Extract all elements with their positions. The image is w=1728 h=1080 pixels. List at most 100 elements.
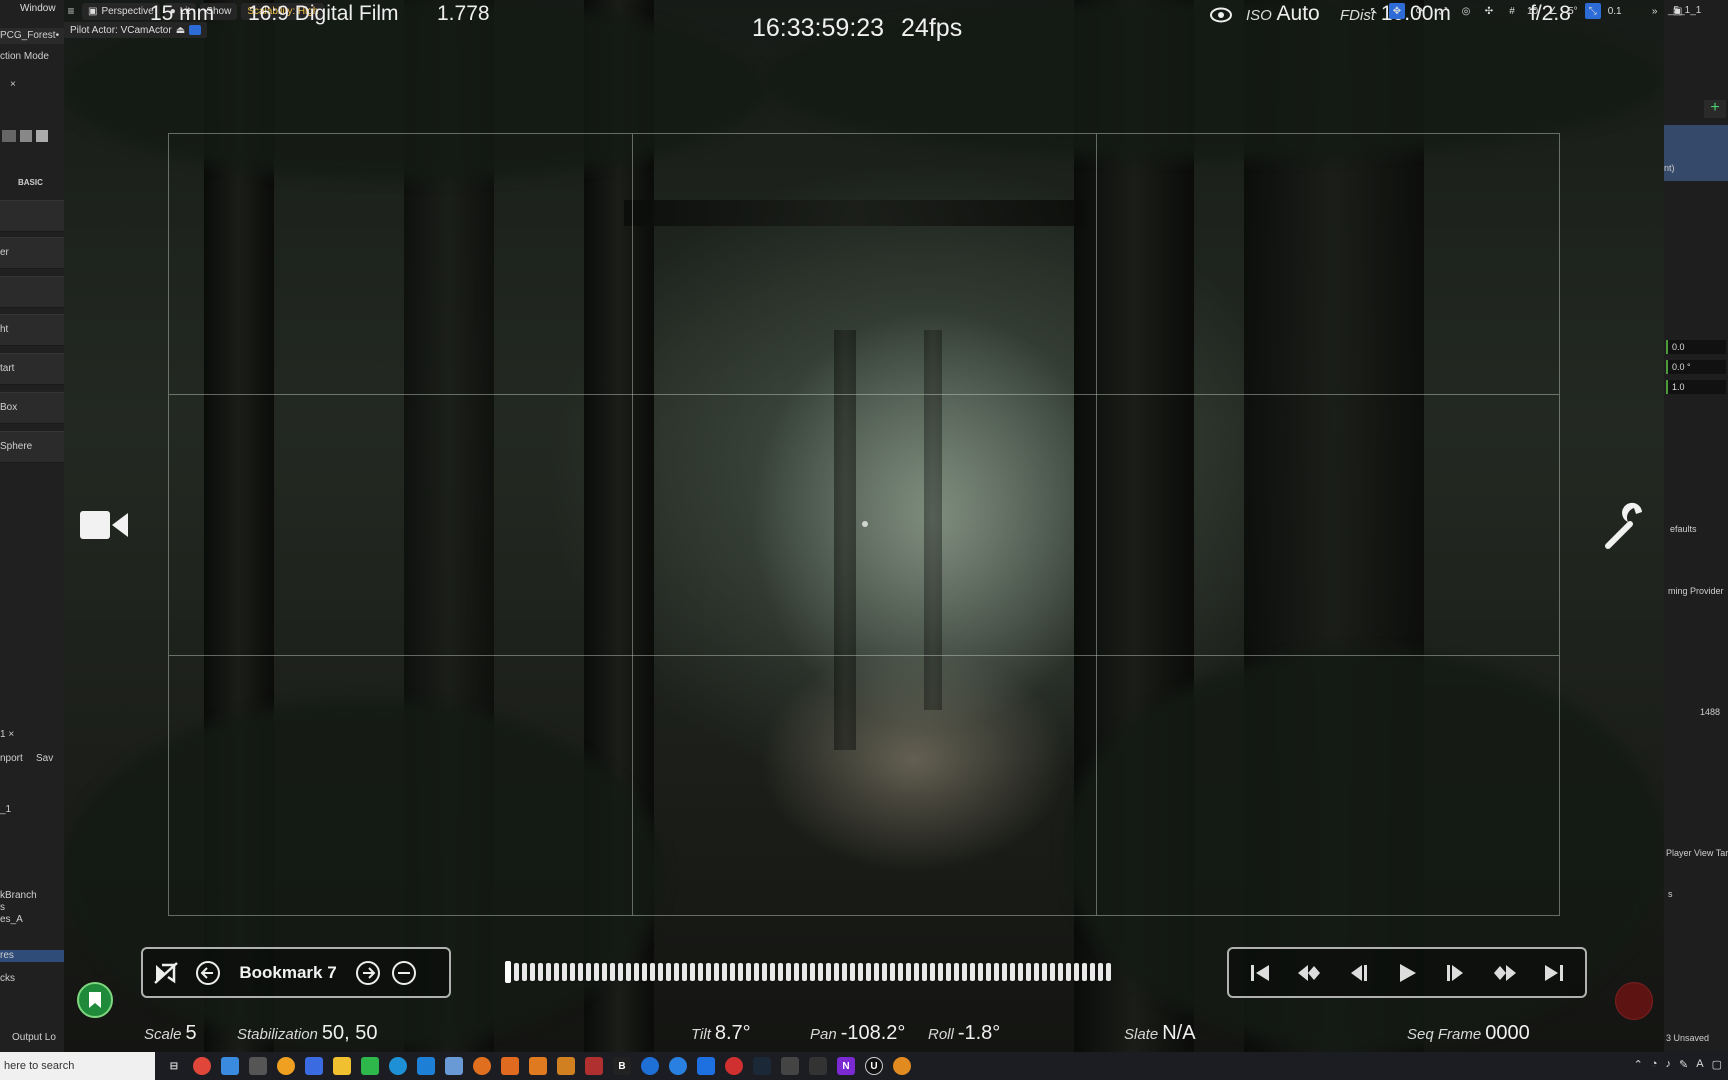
app-icon[interactable] (641, 1057, 659, 1075)
component-tree-selected[interactable]: nt) (1664, 125, 1728, 181)
defaults-dropdown[interactable]: efaults (1670, 524, 1697, 534)
network-icon[interactable]: ◔ (1651, 1058, 1658, 1071)
save-button[interactable]: Sav (36, 753, 53, 764)
location-field[interactable]: 0.0 (1666, 340, 1726, 354)
place-actor-item[interactable]: Sphere (0, 431, 64, 463)
app-icon[interactable] (781, 1057, 799, 1075)
app-icon[interactable] (585, 1057, 603, 1075)
steam-icon[interactable] (753, 1057, 771, 1075)
media-icon[interactable] (36, 130, 48, 142)
jump-to-start-button[interactable] (1243, 956, 1277, 990)
app-icon[interactable] (725, 1057, 743, 1075)
hamburger-menu-icon[interactable]: ≡ (64, 4, 78, 18)
outliner-row[interactable]: s (0, 902, 5, 913)
scrubber-playhead[interactable] (505, 961, 511, 983)
video-camera-icon[interactable] (80, 509, 128, 546)
app-icon[interactable] (669, 1057, 687, 1075)
dropbox-icon[interactable] (697, 1057, 715, 1075)
app-icon[interactable] (501, 1057, 519, 1075)
outliner-row[interactable]: _1 (0, 804, 11, 815)
previous-bookmark-button[interactable] (193, 958, 223, 988)
app-icon[interactable] (277, 1057, 295, 1075)
place-actor-item[interactable]: tart (0, 353, 64, 385)
taskbar-search-input[interactable]: here to search (0, 1052, 155, 1080)
scale-snap-value[interactable]: 0.1 (1608, 6, 1622, 17)
output-log-button[interactable]: Output Lo (12, 1032, 56, 1043)
edge-icon[interactable] (389, 1057, 407, 1075)
app-icon[interactable] (557, 1057, 575, 1075)
remove-bookmark-button[interactable] (389, 958, 419, 988)
jump-to-end-button[interactable] (1537, 956, 1571, 990)
add-bookmark-button[interactable] (77, 982, 113, 1018)
cinematic-icon[interactable] (2, 130, 16, 142)
previous-key-button[interactable] (1292, 956, 1326, 990)
scale-field[interactable]: 1.0 (1666, 380, 1726, 394)
step-back-button[interactable] (1341, 956, 1375, 990)
close-tab-button[interactable]: × (10, 79, 16, 90)
window-menu[interactable]: Window (20, 3, 56, 14)
vscode-icon[interactable] (221, 1057, 239, 1075)
app-icon[interactable] (445, 1057, 463, 1075)
perspective-button[interactable]: ▣ Perspective (82, 2, 160, 20)
chevron-up-icon[interactable]: ⌃ (1634, 1058, 1643, 1071)
wrench-icon[interactable] (1600, 500, 1650, 555)
grid-snap-icon[interactable]: # (1504, 3, 1520, 19)
move-tool-icon[interactable]: ✥ (1389, 3, 1405, 19)
world-icon[interactable]: ◎ (1458, 3, 1474, 19)
play-button[interactable] (1390, 956, 1424, 990)
volume-icon[interactable]: ♪ (1666, 1058, 1672, 1071)
mail-icon[interactable] (417, 1057, 435, 1075)
timeline-scrubber[interactable] (505, 961, 1171, 983)
chat-icon[interactable] (361, 1057, 379, 1075)
rotation-snap-value[interactable]: 5° (1568, 6, 1578, 17)
outliner-row[interactable]: kBranch (0, 890, 37, 901)
language-icon[interactable]: A (1696, 1058, 1703, 1071)
file-explorer-icon[interactable] (333, 1057, 351, 1075)
record-button[interactable] (1615, 982, 1653, 1020)
place-actor-item[interactable]: ht (0, 314, 64, 346)
add-component-button[interactable]: + (1704, 100, 1726, 118)
app-icon[interactable] (893, 1057, 911, 1075)
app-icon[interactable] (249, 1057, 267, 1075)
camera-lock-icon[interactable] (189, 25, 202, 35)
level-tab[interactable]: PCG_Forest• (0, 28, 64, 44)
scale-snap-icon[interactable]: ⤡ (1584, 3, 1601, 19)
hide-bookmarks-button[interactable] (151, 958, 181, 988)
app-icon[interactable] (473, 1057, 491, 1075)
notification-icon[interactable]: ▢ (1712, 1058, 1722, 1071)
place-actor-item[interactable]: Box (0, 392, 64, 424)
streaming-provider-dropdown[interactable]: ming Provider (1668, 586, 1724, 596)
selection-mode-dropdown[interactable]: ction Mode (0, 51, 49, 62)
cube-icon[interactable] (20, 130, 32, 142)
app-icon[interactable]: B (613, 1057, 631, 1075)
task-view-icon[interactable]: ⊟ (165, 1057, 183, 1075)
unreal-engine-icon[interactable]: U (865, 1057, 883, 1075)
surface-snap-icon[interactable]: ✣ (1481, 3, 1497, 19)
app-icon[interactable] (529, 1057, 547, 1075)
next-bookmark-button[interactable] (353, 958, 383, 988)
outliner-row-selected[interactable]: res (0, 950, 64, 962)
scale-tool-icon[interactable]: ⤢ (1435, 3, 1451, 19)
basic-category[interactable]: BASIC (18, 178, 43, 187)
rotation-snap-icon[interactable]: ∠ (1545, 3, 1561, 19)
rotate-tool-icon[interactable]: ⟳ (1412, 3, 1428, 19)
place-actor-item[interactable] (0, 276, 64, 308)
player-view-target-field[interactable]: Player View Targ (1666, 848, 1728, 858)
eject-icon[interactable]: ⏏ (176, 25, 185, 36)
grid-snap-value[interactable]: 10 (1527, 6, 1538, 17)
chrome-icon[interactable] (193, 1057, 211, 1075)
onenote-icon[interactable]: N (837, 1057, 855, 1075)
numeric-field[interactable]: 1488 (1700, 707, 1720, 717)
outliner-tab[interactable]: 1 × (0, 729, 14, 740)
select-cursor-icon[interactable]: ↖ (1366, 3, 1382, 19)
calculator-icon[interactable] (305, 1057, 323, 1075)
step-forward-button[interactable] (1439, 956, 1473, 990)
outliner-row[interactable]: cks (0, 973, 15, 984)
next-key-button[interactable] (1488, 956, 1522, 990)
eye-icon[interactable] (1210, 6, 1232, 29)
rotation-field[interactable]: 0.0 ° (1666, 360, 1726, 374)
pen-icon[interactable]: ✎ (1679, 1058, 1688, 1071)
place-actor-item[interactable]: er (0, 237, 64, 269)
camera-speed-icon[interactable]: » (1647, 3, 1663, 19)
unsaved-indicator[interactable]: 3 Unsaved (1666, 1033, 1709, 1043)
